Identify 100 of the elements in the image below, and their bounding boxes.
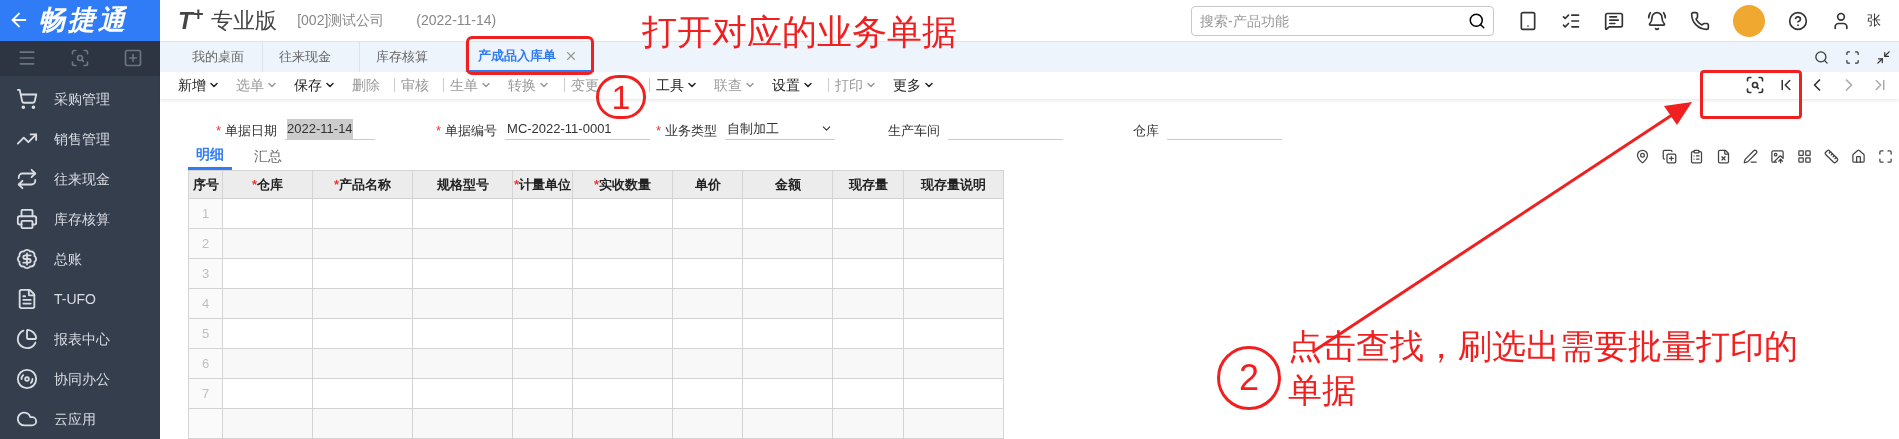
table-cell bbox=[832, 378, 904, 409]
pie-chart-icon bbox=[16, 328, 38, 350]
toolbar-button[interactable]: 保存 bbox=[294, 74, 336, 96]
column-header: *实收数量 bbox=[572, 170, 673, 199]
fullscreen-icon[interactable] bbox=[1845, 49, 1860, 65]
toolbar-button[interactable]: 新增 bbox=[178, 74, 220, 96]
step-marker: 2 bbox=[1217, 346, 1281, 410]
table-cell bbox=[832, 288, 904, 319]
table-cell bbox=[512, 258, 573, 289]
field-label: 单据日期 bbox=[225, 121, 278, 140]
row-number: 4 bbox=[188, 288, 223, 319]
required-mark: * bbox=[656, 121, 662, 140]
toolbar-button[interactable]: 工具 bbox=[656, 74, 698, 96]
required-mark: * bbox=[216, 121, 222, 140]
add-icon[interactable] bbox=[123, 48, 144, 69]
table-cell bbox=[512, 378, 573, 409]
column-header: 现存量 bbox=[832, 170, 904, 199]
row-number: 6 bbox=[188, 348, 223, 379]
edition-title: 专业版 bbox=[211, 7, 278, 35]
table-cell bbox=[672, 348, 743, 379]
field-label: 业务类型 bbox=[665, 121, 718, 140]
table-cell bbox=[832, 348, 904, 379]
detail-tab[interactable]: 汇总 bbox=[240, 142, 296, 170]
column-header: 序号 bbox=[188, 170, 223, 199]
sidebar-item[interactable]: 云应用 bbox=[0, 399, 160, 439]
copy-add-icon[interactable] bbox=[1662, 148, 1677, 164]
input-field[interactable]: MC-2022-11-0001 bbox=[505, 118, 651, 141]
select-field[interactable]: 自制加工 bbox=[725, 118, 836, 141]
row-number: 7 bbox=[188, 378, 223, 409]
toolbar-button[interactable]: 设置 bbox=[772, 74, 814, 96]
sidebar-item[interactable]: 协同办公 bbox=[0, 359, 160, 399]
collapse-icon[interactable] bbox=[1876, 49, 1891, 65]
sidebar-item[interactable]: 总账 bbox=[0, 239, 160, 279]
table-cell bbox=[672, 318, 743, 349]
phone-icon[interactable] bbox=[1690, 10, 1710, 31]
table-cell bbox=[672, 378, 743, 409]
table-cell bbox=[672, 288, 743, 319]
table-cell bbox=[832, 408, 904, 439]
field-label: 生产车间 bbox=[888, 121, 940, 140]
logo-text: 畅捷通 bbox=[38, 4, 128, 37]
sidebar-item[interactable]: 库存核算 bbox=[0, 199, 160, 239]
clipboard-icon[interactable] bbox=[1689, 148, 1704, 164]
column-header: 规格型号 bbox=[412, 170, 513, 199]
table-cell bbox=[512, 348, 573, 379]
find-icon[interactable] bbox=[1745, 75, 1765, 96]
row-number: 3 bbox=[188, 258, 223, 289]
tab[interactable]: 产成品入库单 bbox=[466, 42, 594, 73]
location-pin-icon[interactable] bbox=[1635, 148, 1650, 164]
table-cell bbox=[672, 258, 743, 289]
column-header: *仓库 bbox=[222, 170, 313, 199]
grid-icon[interactable] bbox=[1797, 148, 1812, 164]
file-icon bbox=[16, 288, 38, 310]
table-cell bbox=[512, 408, 573, 439]
required-mark: * bbox=[436, 121, 442, 140]
search-icon[interactable] bbox=[1468, 11, 1486, 30]
table-cell bbox=[512, 288, 573, 319]
money-bag-icon bbox=[16, 248, 38, 270]
help-icon[interactable] bbox=[1788, 10, 1808, 31]
column-header: 金额 bbox=[742, 170, 833, 199]
field-label: 单据编号 bbox=[445, 121, 498, 140]
row-number: 2 bbox=[188, 228, 223, 259]
tab[interactable]: 库存核算 bbox=[360, 42, 466, 73]
tab[interactable]: 我的桌面 bbox=[176, 42, 263, 73]
column-header: *计量单位 bbox=[512, 170, 573, 199]
company-name: [002]测试公司 bbox=[297, 11, 385, 30]
table-cell bbox=[832, 258, 904, 289]
tab[interactable]: 往来现金 bbox=[263, 42, 360, 73]
field-label: 仓库 bbox=[1133, 121, 1159, 140]
sidebar-item[interactable]: 采购管理 bbox=[0, 79, 160, 119]
fullscreen-icon[interactable] bbox=[1878, 148, 1893, 164]
annotation-text: 打开对应的业务单据 bbox=[642, 11, 957, 53]
row-number: 5 bbox=[188, 318, 223, 349]
table-cell bbox=[832, 318, 904, 349]
file-delete-icon[interactable] bbox=[1716, 148, 1731, 164]
house-icon[interactable] bbox=[1851, 148, 1866, 164]
cart-icon bbox=[16, 88, 38, 110]
message-icon[interactable] bbox=[1604, 10, 1624, 31]
repeat-icon bbox=[16, 168, 38, 190]
column-header: *产品名称 bbox=[312, 170, 413, 199]
column-header: 单价 bbox=[672, 170, 743, 199]
sidebar-item[interactable]: 销售管理 bbox=[0, 119, 160, 159]
sidebar-item[interactable]: 报表中心 bbox=[0, 319, 160, 359]
column-header: 现存量说明 bbox=[903, 170, 1004, 199]
table-cell bbox=[512, 198, 573, 229]
table-cell bbox=[832, 198, 904, 229]
table-cell bbox=[672, 408, 743, 439]
toolbar-button[interactable]: 更多 bbox=[893, 74, 935, 96]
user-icon[interactable] bbox=[1831, 10, 1851, 31]
image-icon[interactable] bbox=[1770, 148, 1785, 164]
table-cell bbox=[832, 228, 904, 259]
pen-icon[interactable] bbox=[1743, 148, 1758, 164]
search-field[interactable]: 搜索-产品功能 bbox=[1191, 5, 1494, 36]
ruler-icon[interactable] bbox=[1824, 148, 1839, 164]
sidebar-item[interactable]: T-UFO bbox=[0, 279, 160, 319]
sidebar-item[interactable]: 往来现金 bbox=[0, 159, 160, 199]
search-icon[interactable] bbox=[1814, 49, 1829, 65]
date-label: (2022-11-14) bbox=[416, 11, 497, 30]
user-name[interactable]: 张 bbox=[1867, 10, 1881, 31]
table-cell bbox=[512, 228, 573, 259]
bell-icon[interactable] bbox=[1647, 10, 1667, 31]
